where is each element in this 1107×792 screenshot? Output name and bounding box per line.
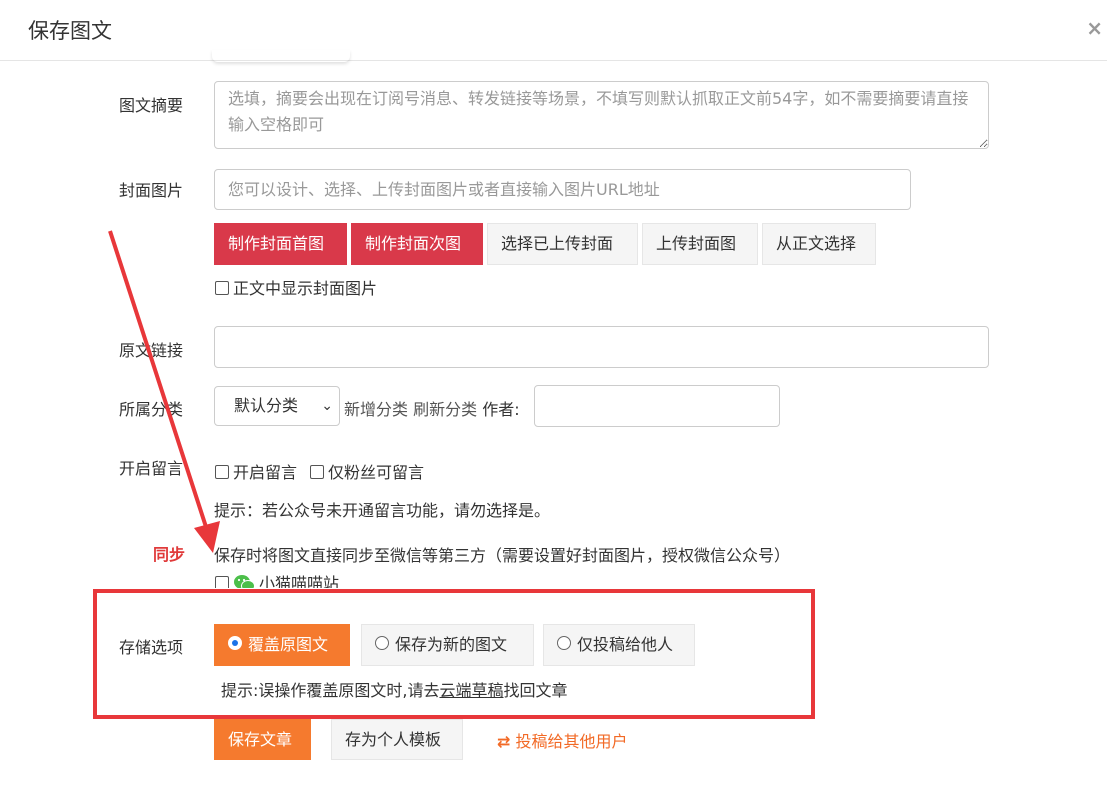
checkbox-icon[interactable] (215, 465, 229, 479)
category-actions: 新增分类 刷新分类 作者: (344, 396, 520, 420)
select-from-body-button[interactable]: 从正文选择 (762, 223, 876, 265)
sync-account-checkbox[interactable]: 小猫喵喵站 (215, 570, 339, 588)
make-cover-main-button[interactable]: 制作封面首图 (214, 223, 347, 265)
author-label: 作者: (482, 400, 520, 419)
checkbox-icon[interactable] (215, 281, 229, 295)
submit-to-other-users-link[interactable]: ⇄ 投稿给其他用户 (497, 728, 628, 752)
dialog-header: 保存图文 × (0, 0, 1107, 61)
wechat-icon (234, 575, 255, 588)
comments-hint: 提示：若公众号未开通留言功能，请勿选择是。 (214, 501, 551, 520)
sync-description: 保存时将图文直接同步至微信等第三方（需要设置好封面图片，授权微信公众号） (214, 546, 791, 565)
checkbox-icon[interactable] (310, 465, 324, 479)
fans-only-comments-checkbox[interactable]: 仅粉丝可留言 (310, 459, 424, 483)
save-template-button[interactable]: 存为个人模板 (331, 719, 463, 760)
scrolled-element-edge (212, 50, 350, 62)
cover-url-input[interactable] (214, 169, 911, 210)
choose-uploaded-cover-button[interactable]: 选择已上传封面 (487, 223, 638, 265)
dialog-title: 保存图文 (28, 19, 112, 43)
chevron-down-icon: ⌄ (321, 398, 333, 414)
add-category-link[interactable]: 新增分类 (344, 400, 408, 419)
save-article-button[interactable]: 保存文章 (214, 719, 311, 760)
show-cover-in-body-checkbox[interactable]: 正文中显示封面图片 (215, 275, 377, 299)
author-input[interactable] (534, 385, 780, 427)
summary-label: 图文摘要 (119, 96, 184, 115)
make-cover-secondary-button[interactable]: 制作封面次图 (351, 223, 483, 265)
sync-label: 同步 (153, 545, 186, 564)
annotation-highlight-box (93, 589, 815, 719)
comments-label: 开启留言 (119, 459, 184, 478)
category-select[interactable]: 默认分类 ⌄ (214, 386, 340, 426)
source-link-input[interactable] (214, 326, 989, 368)
refresh-category-link[interactable]: 刷新分类 (413, 400, 477, 419)
summary-textarea[interactable] (214, 81, 989, 149)
swap-arrows-icon: ⇄ (497, 732, 511, 751)
upload-cover-button[interactable]: 上传封面图 (642, 223, 758, 265)
cover-label: 封面图片 (119, 181, 184, 200)
open-comments-checkbox[interactable]: 开启留言 (215, 459, 297, 483)
close-icon[interactable]: × (1086, 16, 1103, 40)
category-label: 所属分类 (119, 400, 184, 419)
checkbox-icon[interactable] (215, 576, 229, 588)
source-link-label: 原文链接 (119, 341, 184, 360)
